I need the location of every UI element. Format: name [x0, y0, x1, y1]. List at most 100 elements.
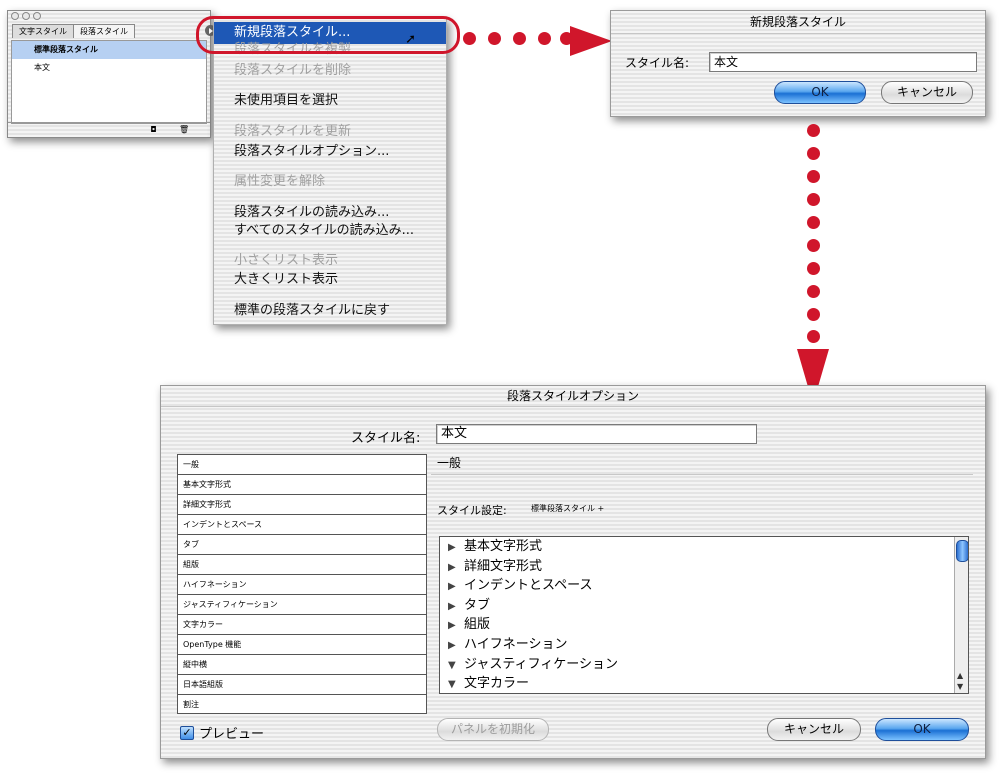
- zoom-dot-icon[interactable]: [33, 12, 41, 20]
- summary-item[interactable]: ▼ ジャスティフィケーション: [440, 655, 968, 675]
- connector-dot: [807, 308, 820, 321]
- category-list: 一般 基本文字形式 詳細文字形式 インデントとスペース タブ 組版 ハイフネーシ…: [177, 454, 427, 714]
- summary-scrollbar[interactable]: ▲ ▼: [954, 537, 968, 693]
- connector-dot: [807, 330, 820, 343]
- summary-item[interactable]: ▶ タブ: [440, 596, 968, 616]
- connector-dot: [807, 285, 820, 298]
- scroll-down-arrow-icon[interactable]: ▼: [957, 682, 963, 692]
- summary-item[interactable]: ▶ 詳細文字形式: [440, 557, 968, 577]
- connector-dot: [807, 170, 820, 183]
- close-dot-icon[interactable]: [11, 12, 19, 20]
- style-settings-label: スタイル設定:: [437, 504, 507, 517]
- summary-item[interactable]: ▼ 文字カラー: [440, 674, 968, 693]
- dialog-title: 段落スタイルオプション: [161, 386, 985, 407]
- connector-dot: [807, 262, 820, 275]
- connector-dot: [513, 32, 526, 45]
- style-name-input[interactable]: 本文: [709, 52, 977, 72]
- scroll-up-arrow-icon[interactable]: ▲: [957, 671, 963, 681]
- ok-button[interactable]: OK: [774, 81, 866, 104]
- summary-item-label: インデントとスペース: [464, 578, 593, 594]
- style-list-item[interactable]: 標準段落スタイル: [12, 41, 206, 59]
- menu-item-delete-style: 段落スタイルを削除: [234, 63, 352, 78]
- style-settings-value: 標準段落スタイル +: [531, 504, 605, 513]
- category-item-justification[interactable]: ジャスティフィケーション: [178, 595, 426, 615]
- category-item-character-color[interactable]: 文字カラー: [178, 615, 426, 635]
- menu-item-load-all-styles[interactable]: すべてのスタイルの読み込み...: [214, 220, 446, 242]
- paragraph-styles-palette: 文字スタイル 段落スタイル 標準段落スタイル 本文 ◘ 🗑: [7, 10, 216, 138]
- palette-tabs: 文字スタイル 段落スタイル: [12, 24, 135, 38]
- new-style-icon[interactable]: ◘: [149, 125, 158, 134]
- category-item-tate-chu-yoko[interactable]: 縦中横: [178, 655, 426, 675]
- style-name-input[interactable]: 本文: [436, 424, 757, 444]
- palette-bottom-bar: ◘ 🗑: [8, 122, 210, 137]
- paragraph-style-options-dialog: 段落スタイルオプション スタイル名: 本文 一般 基本文字形式 詳細文字形式 イ…: [160, 385, 986, 759]
- arrow-right-icon: [570, 26, 612, 56]
- connector-dot: [807, 147, 820, 160]
- summary-item-label: 基本文字形式: [464, 539, 543, 554]
- summary-item-label: 組版: [464, 617, 491, 633]
- highlight-ring: [196, 16, 460, 54]
- paragraph-style-list: 標準段落スタイル 本文: [11, 40, 207, 124]
- palette-titlebar[interactable]: [8, 11, 210, 21]
- connector-dot: [807, 239, 820, 252]
- reset-panel-button: パネルを初期化: [437, 718, 549, 741]
- category-item-opentype-features[interactable]: OpenType 機能: [178, 635, 426, 655]
- preview-label: プレビュー: [199, 727, 265, 742]
- preview-checkbox[interactable]: ✓ プレビュー: [180, 723, 264, 742]
- category-item-general[interactable]: 一般: [178, 455, 426, 475]
- menu-item-reset-default-style[interactable]: 標準の段落スタイルに戻す: [214, 300, 446, 322]
- palette-flyout-menu: 新規段落スタイル... ➚ 段落スタイルを複製 段落スタイルを削除 未使用項目を…: [213, 17, 447, 325]
- summary-item-label: 文字カラー: [464, 676, 530, 692]
- disclosure-right-icon[interactable]: ▶: [448, 558, 464, 578]
- category-item-warichu[interactable]: 割注: [178, 695, 426, 714]
- category-item-indents-spacing[interactable]: インデントとスペース: [178, 515, 426, 535]
- section-divider: [431, 474, 973, 475]
- style-list-item[interactable]: 本文: [12, 59, 206, 77]
- connector-dot: [807, 193, 820, 206]
- tab-paragraph-styles[interactable]: 段落スタイル: [73, 24, 135, 38]
- category-item-hyphenation[interactable]: ハイフネーション: [178, 575, 426, 595]
- category-item-advanced-character-formats[interactable]: 詳細文字形式: [178, 495, 426, 515]
- menu-item-clear-overrides: 属性変更を解除: [234, 174, 326, 189]
- disclosure-right-icon[interactable]: ▶: [448, 597, 464, 617]
- disclosure-right-icon[interactable]: ▶: [448, 616, 464, 636]
- menu-item-style-options[interactable]: 段落スタイルオプション...: [214, 141, 446, 163]
- menu-item-select-unused[interactable]: 未使用項目を選択: [214, 90, 446, 112]
- category-item-composition[interactable]: 組版: [178, 555, 426, 575]
- disclosure-right-icon[interactable]: ▶: [448, 636, 464, 656]
- connector-dot: [807, 124, 820, 137]
- summary-item[interactable]: ▶ 基本文字形式: [440, 537, 968, 557]
- disclosure-down-icon[interactable]: ▼: [448, 656, 464, 676]
- category-item-tabs[interactable]: タブ: [178, 535, 426, 555]
- connector-dot: [488, 32, 501, 45]
- summary-item-label: 詳細文字形式: [464, 558, 543, 574]
- menu-item-large-list[interactable]: 大きくリスト表示: [214, 269, 446, 291]
- cancel-button[interactable]: キャンセル: [881, 81, 973, 104]
- category-item-japanese-composition[interactable]: 日本語組版: [178, 675, 426, 695]
- summary-item-label: タブ: [464, 597, 491, 613]
- menu-item-redefine-style: 段落スタイルを更新: [234, 124, 352, 139]
- category-item-basic-character-formats[interactable]: 基本文字形式: [178, 475, 426, 495]
- style-settings-summary-list: ▶ 基本文字形式 ▶ 詳細文字形式 ▶ インデントとスペース ▶ タブ ▶ 組版 ▶ ハイフ…: [439, 536, 969, 694]
- summary-item-label: ジャスティフィケーション: [464, 656, 619, 672]
- minimize-dot-icon[interactable]: [22, 12, 30, 20]
- summary-item[interactable]: ▶ 組版: [440, 615, 968, 635]
- disclosure-down-icon[interactable]: ▼: [448, 675, 464, 693]
- section-title: 一般: [437, 456, 462, 470]
- connector-dot: [463, 32, 476, 45]
- tab-character-styles[interactable]: 文字スタイル: [12, 24, 74, 38]
- disclosure-right-icon[interactable]: ▶: [448, 538, 464, 558]
- scrollbar-thumb[interactable]: [956, 540, 968, 562]
- connector-dot: [538, 32, 551, 45]
- style-name-label: スタイル名:: [625, 56, 690, 70]
- trash-icon[interactable]: 🗑: [179, 125, 189, 134]
- disclosure-right-icon[interactable]: ▶: [448, 577, 464, 597]
- summary-item[interactable]: ▶ ハイフネーション: [440, 635, 968, 655]
- connector-dot: [807, 216, 820, 229]
- ok-button[interactable]: OK: [875, 718, 969, 741]
- cancel-button[interactable]: キャンセル: [767, 718, 861, 741]
- summary-item[interactable]: ▶ インデントとスペース: [440, 576, 968, 596]
- checkmark-icon[interactable]: ✓: [180, 725, 194, 740]
- dialog-title: 新規段落スタイル: [611, 11, 985, 34]
- style-name-label: スタイル名:: [351, 431, 421, 446]
